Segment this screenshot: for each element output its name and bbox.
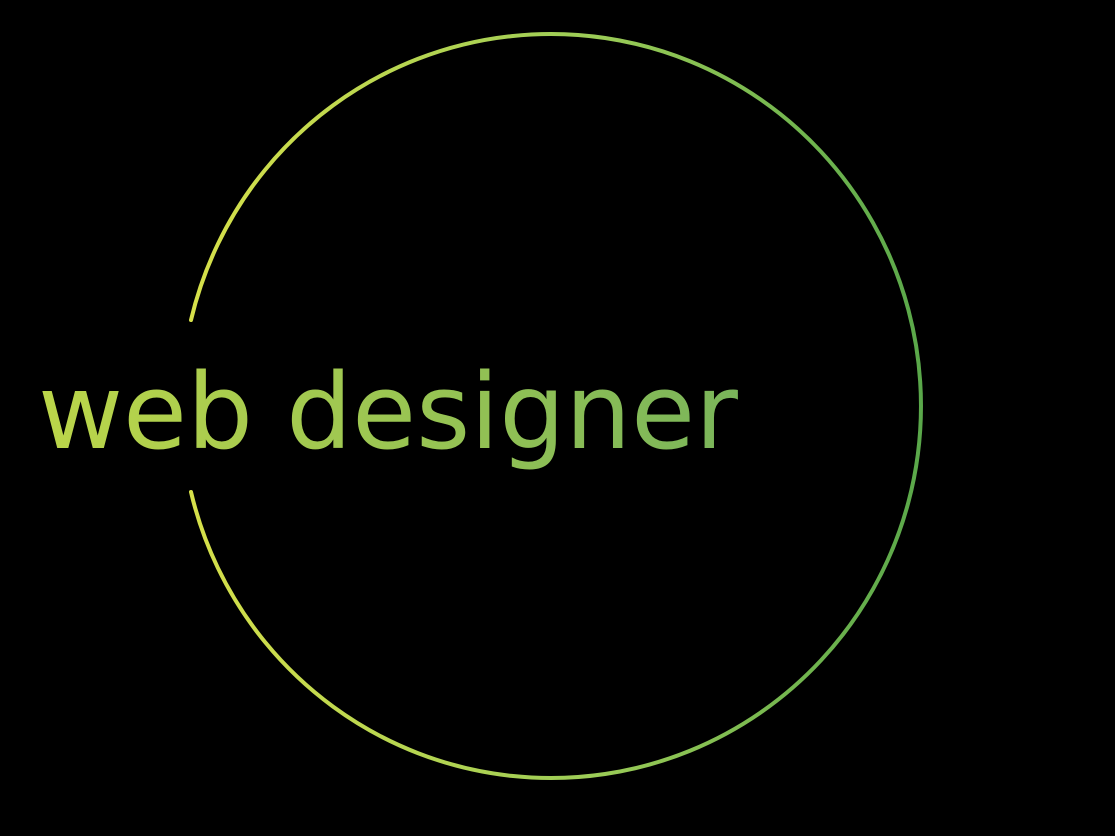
logo-text: web designer: [38, 351, 738, 473]
logo-graphic: web designer: [38, 32, 923, 780]
logo-stage: web designer: [0, 0, 1115, 836]
